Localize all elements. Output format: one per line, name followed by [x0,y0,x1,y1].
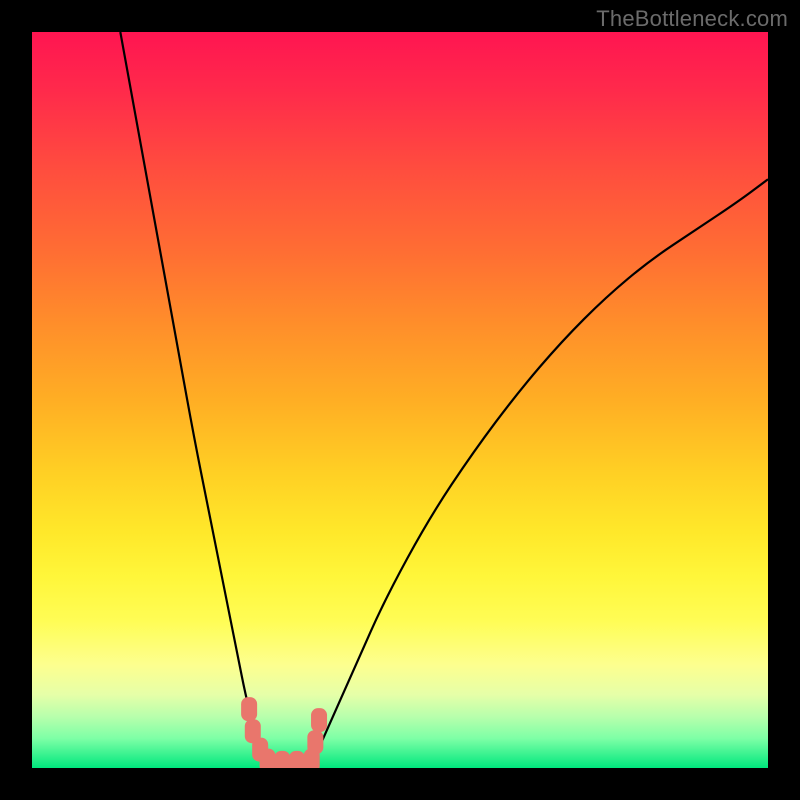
valley-marker [289,751,305,768]
valley-marker [307,730,323,754]
valley-marker [311,708,327,732]
valley-markers [241,697,327,768]
right-curve [312,179,768,764]
watermark-text: TheBottleneck.com [596,6,788,32]
left-curve [120,32,267,764]
valley-marker [274,751,290,768]
chart-svg [32,32,768,768]
chart-frame: TheBottleneck.com [0,0,800,800]
valley-marker [260,749,276,768]
plot-area [32,32,768,768]
valley-marker [241,697,257,721]
